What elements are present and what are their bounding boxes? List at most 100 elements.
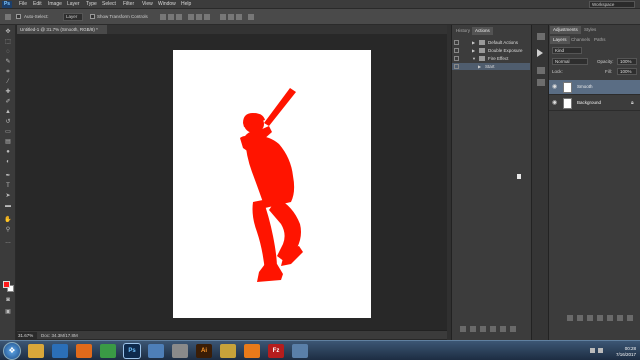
- action-row[interactable]: ▶ Start: [452, 63, 530, 70]
- distribute-middle-icon[interactable]: [228, 14, 234, 20]
- toggle-checkbox[interactable]: [454, 56, 459, 61]
- action-set-row[interactable]: ▶ Double Exposure: [452, 47, 530, 54]
- start-button[interactable]: ❖: [3, 342, 21, 360]
- hand-tool-icon[interactable]: ✋: [4, 217, 12, 223]
- media-player-icon[interactable]: [52, 344, 68, 358]
- pen-tool-icon[interactable]: ✒: [4, 173, 12, 179]
- expand-triangle-icon[interactable]: ▼: [472, 55, 476, 62]
- stop-icon[interactable]: [460, 326, 466, 332]
- layer-style-icon[interactable]: [577, 315, 583, 321]
- layer-row[interactable]: ◉ Smooth: [549, 80, 640, 95]
- distribute-icon[interactable]: [220, 14, 226, 20]
- fill-field[interactable]: 100%: [617, 68, 637, 75]
- paint-icon[interactable]: [148, 344, 164, 358]
- align-center-icon[interactable]: [196, 14, 202, 20]
- align-right-icon[interactable]: [204, 14, 210, 20]
- tab-styles[interactable]: Styles: [581, 26, 599, 34]
- link-layers-icon[interactable]: [567, 315, 573, 321]
- sketch-icon[interactable]: [220, 344, 236, 358]
- menu-edit[interactable]: Edit: [33, 1, 42, 8]
- history-brush-icon[interactable]: ↺: [4, 119, 12, 125]
- visibility-eye-icon[interactable]: ◉: [552, 100, 558, 106]
- screen-mode-icon[interactable]: ▣: [4, 309, 12, 315]
- quick-mask-icon[interactable]: ◙: [4, 297, 12, 303]
- layer-row[interactable]: ◉ Background 🔒︎: [549, 96, 640, 111]
- properties-panel-icon[interactable]: [537, 79, 545, 86]
- type-tool-icon[interactable]: T: [4, 183, 12, 189]
- menu-view[interactable]: View: [142, 1, 153, 8]
- more-tools-icon[interactable]: …: [4, 239, 12, 245]
- menu-window[interactable]: Window: [158, 1, 176, 8]
- adjustment-layer-icon[interactable]: [597, 315, 603, 321]
- tab-history[interactable]: History: [453, 27, 473, 35]
- align-middle-icon[interactable]: [168, 14, 174, 20]
- gradient-tool-icon[interactable]: ▤: [4, 139, 12, 145]
- visibility-eye-icon[interactable]: ◉: [552, 84, 558, 90]
- zoom-field[interactable]: 31.67%: [17, 332, 37, 339]
- foreground-color-swatch[interactable]: [3, 281, 10, 288]
- shape-tool-icon[interactable]: ▬: [4, 203, 12, 209]
- tab-actions[interactable]: Actions: [472, 27, 493, 35]
- menu-image[interactable]: Image: [48, 1, 62, 8]
- clock-time[interactable]: 00:28: [625, 346, 636, 351]
- document-tab[interactable]: Untitled-1 @ 31.7% (Smooth, RGB/8) *: [17, 25, 107, 34]
- path-select-tool-icon[interactable]: ➤: [4, 193, 12, 199]
- auto-select-dropdown[interactable]: Layer: [63, 13, 83, 21]
- zoom-tool-icon[interactable]: ⚲: [4, 227, 12, 233]
- info-panel-icon[interactable]: [537, 67, 545, 74]
- history-panel-icon[interactable]: [537, 33, 545, 40]
- new-action-icon[interactable]: [500, 326, 506, 332]
- move-tool-icon[interactable]: ✥: [4, 29, 12, 35]
- illustrator-icon[interactable]: Ai: [196, 344, 212, 358]
- delete-icon[interactable]: [510, 326, 516, 332]
- menu-select[interactable]: Select: [102, 1, 116, 8]
- tab-adjustments[interactable]: Adjustments: [550, 26, 581, 34]
- crop-tool-icon[interactable]: ⌗: [4, 69, 12, 75]
- workspace-select[interactable]: Workspace: [589, 1, 635, 8]
- new-set-icon[interactable]: [490, 326, 496, 332]
- menu-filter[interactable]: Filter: [123, 1, 134, 8]
- menu-file[interactable]: File: [19, 1, 27, 8]
- network-tray-icon[interactable]: [598, 348, 603, 353]
- new-layer-icon[interactable]: [617, 315, 623, 321]
- firefox-icon[interactable]: [76, 344, 92, 358]
- folder-icon[interactable]: [28, 344, 44, 358]
- action-set-row[interactable]: ▼ Fire Effect: [452, 55, 530, 62]
- photoshop-icon[interactable]: Ps: [124, 344, 140, 358]
- auto-align-icon[interactable]: [248, 14, 254, 20]
- quick-select-tool-icon[interactable]: ✎: [4, 59, 12, 65]
- filter-kind-dropdown[interactable]: Kind: [552, 47, 582, 54]
- lasso-tool-icon[interactable]: ◌: [4, 49, 12, 55]
- document-canvas[interactable]: [173, 50, 371, 318]
- toggle-checkbox[interactable]: [454, 40, 459, 45]
- new-group-icon[interactable]: [607, 315, 613, 321]
- vlc-icon[interactable]: [244, 344, 260, 358]
- actions-panel-icon[interactable]: [537, 49, 543, 57]
- align-left-icon[interactable]: [188, 14, 194, 20]
- tool-icon[interactable]: [172, 344, 188, 358]
- opacity-field[interactable]: 100%: [617, 58, 637, 65]
- eraser-tool-icon[interactable]: ▭: [4, 129, 12, 135]
- toggle-checkbox[interactable]: [454, 48, 459, 53]
- record-icon[interactable]: [470, 326, 476, 332]
- align-top-icon[interactable]: [160, 14, 166, 20]
- tab-layers[interactable]: Layers: [550, 36, 570, 44]
- expand-triangle-icon[interactable]: ▶: [478, 63, 481, 70]
- eyedropper-tool-icon[interactable]: ⁄: [4, 79, 12, 85]
- expand-triangle-icon[interactable]: ▶: [472, 39, 475, 46]
- marquee-tool-icon[interactable]: ⬚: [4, 39, 12, 45]
- action-set-row[interactable]: ▶ Default Actions: [452, 39, 530, 46]
- menu-layer[interactable]: Layer: [67, 1, 80, 8]
- distribute-bottom-icon[interactable]: [236, 14, 242, 20]
- document-size-info[interactable]: Doc: 34.3M/17.8M: [41, 332, 78, 339]
- add-mask-icon[interactable]: [587, 315, 593, 321]
- brush-tool-icon[interactable]: ✐: [4, 99, 12, 105]
- network-icon[interactable]: [292, 344, 308, 358]
- tab-paths[interactable]: Paths: [591, 36, 609, 44]
- auto-select-checkbox[interactable]: [16, 14, 21, 19]
- clock-date[interactable]: 7/16/2017: [616, 352, 636, 357]
- blend-mode-dropdown[interactable]: Normal: [552, 58, 588, 65]
- show-transform-checkbox[interactable]: [90, 14, 95, 19]
- tab-channels[interactable]: Channels: [568, 36, 593, 44]
- filezilla-icon[interactable]: Fz: [268, 344, 284, 358]
